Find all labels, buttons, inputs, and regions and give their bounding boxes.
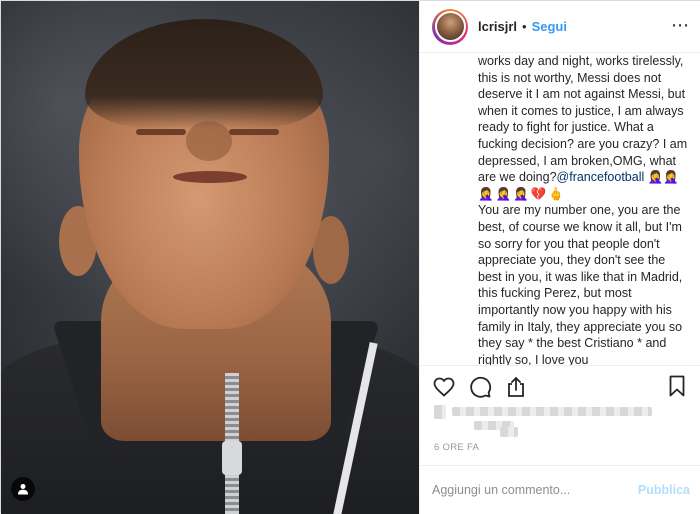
caption-line: You are my number one, you are the [478,203,681,218]
caption-line: fucking decision? are you crazy? I am [478,136,688,151]
post-header: lcrisjrl • Segui ⋯ [420,1,700,53]
share-button[interactable] [504,375,528,399]
mention-link[interactable]: @francefootball [557,170,645,184]
caption-line: rightly so, I love you [478,352,589,365]
caption-line: works day and night, works tirelessly, [478,54,684,68]
post-timestamp[interactable]: 6 ORE FA [434,442,479,453]
photo-eye-right [229,129,279,135]
blur-block [434,405,446,419]
comment-icon [470,376,492,398]
post-caption: works day and night, works tirelessly, t… [478,53,698,365]
comment-bar: Pubblica [420,465,700,514]
facepalm-emoji: 🤦‍♀️🤦‍♀️ [647,170,679,185]
caption-line: appreciate you, they don't see the [478,253,666,268]
emoji-line: 🤦‍♀️🤦‍♀️🤦‍♀️💔🖕 [478,186,566,201]
photo-eye-left [136,129,186,135]
caption-line: this is not worthy, Messi does not [478,70,662,85]
caption-line: best, of course we know it all, but I'm [478,219,682,234]
caption-line: deserve it I am not against Messi, but [478,87,686,102]
caption-line: so sorry for you that people don't [478,236,660,251]
comment-button[interactable] [468,375,492,399]
likes-blurred [434,403,664,437]
caption-line: depressed, I am broken,OMG, what [478,153,677,168]
heart-icon [433,377,455,397]
caption-line: importantly now you happy with his [478,302,672,317]
like-button[interactable] [432,375,456,399]
caption-line: family in Italy, they appreciate you so [478,319,683,334]
instagram-post-window: lcrisjrl • Segui ⋯ works day and night, … [0,0,700,514]
follow-button[interactable]: Segui [532,19,567,34]
caption-line: they say * the best Cristiano * and [478,336,667,351]
blur-block [452,407,652,416]
avatar[interactable] [434,11,466,42]
photo-mouth [173,171,247,183]
blur-block [500,427,518,437]
ellipsis-icon[interactable]: ⋯ [671,15,690,36]
caption-line: this fucking Perez, but most [478,286,632,301]
caption-line: ready to fight for justice. What a [478,120,654,135]
save-button[interactable] [665,374,689,398]
publish-button[interactable]: Pubblica [638,483,690,497]
bookmark-icon [669,375,685,397]
comment-input[interactable] [432,483,638,497]
share-icon [508,376,524,397]
tagged-users-button[interactable] [11,477,35,501]
post-side-panel: lcrisjrl • Segui ⋯ works day and night, … [419,1,700,514]
caption-line-with-mention: are we doing?@francefootball 🤦‍♀️🤦‍♀️ [478,169,698,186]
post-photo[interactable] [1,1,419,514]
caption-line: best in you, it was like that in Madrid, [478,269,683,284]
photo-zipper-pull [222,441,242,475]
username-link[interactable]: lcrisjrl [478,19,517,34]
caption-line: when it comes to justice, I am always [478,103,684,118]
post-actions [420,365,700,407]
header-separator: • [522,19,527,34]
person-icon [18,484,28,495]
avatar-story-ring[interactable] [432,8,468,45]
photo-nose [186,121,232,161]
caption-text: are we doing? [478,170,557,185]
